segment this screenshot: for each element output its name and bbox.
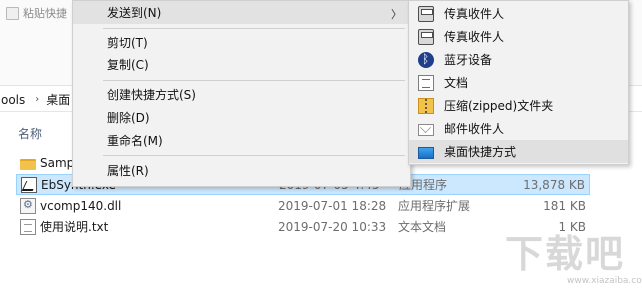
- submenu-item-label: 压缩(zipped)文件夹: [444, 99, 554, 113]
- menu-item-send-to[interactable]: 发送到(N) 〉: [73, 1, 410, 24]
- menu-item-cut[interactable]: 剪切(T): [73, 31, 410, 54]
- text-file-icon: [20, 218, 36, 235]
- submenu-item-fax-recipient[interactable]: 传真收件人: [409, 2, 628, 25]
- menu-item-label: 剪切(T): [107, 36, 148, 50]
- mail-icon: [418, 123, 434, 136]
- paste-shortcut-button[interactable]: 粘贴快捷: [6, 4, 67, 22]
- submenu-item-documents[interactable]: 文档: [409, 71, 628, 94]
- menu-item-label: 创建快捷方式(S): [107, 88, 196, 102]
- menu-item-rename[interactable]: 重命名(M): [73, 129, 410, 152]
- submenu-item-desktop-shortcut[interactable]: 桌面快捷方式: [409, 140, 628, 163]
- submenu-item-label: 邮件收件人: [444, 122, 505, 136]
- submenu-item-mail-recipient[interactable]: 邮件收件人: [409, 117, 628, 140]
- submenu-item-label: 文档: [444, 76, 469, 90]
- menu-item-label: 重命名(M): [107, 134, 163, 148]
- watermark-text: 下载吧: [505, 232, 626, 276]
- breadcrumb-segment[interactable]: 桌面: [46, 91, 70, 108]
- menu-item-properties[interactable]: 属性(R): [73, 159, 410, 182]
- menu-item-label: 发送到(N): [107, 6, 162, 20]
- folder-icon: [20, 158, 36, 170]
- menu-divider: [103, 80, 405, 81]
- file-name: 使用说明.txt: [40, 220, 109, 234]
- dll-icon: [20, 197, 36, 214]
- desktop-icon: [418, 146, 434, 159]
- submenu-item-label: 桌面快捷方式: [444, 145, 517, 159]
- document-icon: [418, 74, 434, 91]
- submenu-item-bluetooth[interactable]: 蓝牙设备: [409, 48, 628, 71]
- paste-shortcut-icon: [6, 6, 19, 20]
- menu-item-label: 复制(C): [107, 58, 149, 72]
- file-date: 2019-07-20 10:33: [278, 219, 387, 234]
- bluetooth-icon: [418, 51, 434, 68]
- file-size: 181 KB: [543, 198, 586, 213]
- submenu-item-label: 传真收件人: [444, 30, 505, 44]
- menu-divider: [103, 28, 405, 29]
- submenu-item-fax-recipient[interactable]: 传真收件人: [409, 25, 628, 48]
- fax-icon: [418, 5, 434, 22]
- menu-item-delete[interactable]: 删除(D): [73, 106, 410, 129]
- menu-item-create-shortcut[interactable]: 创建快捷方式(S): [73, 83, 410, 106]
- file-row[interactable]: 使用说明.txt 2019-07-20 10:33 文本文档 1 KB: [16, 216, 590, 237]
- paste-shortcut-label: 粘贴快捷: [23, 7, 67, 20]
- submenu-item-label: 传真收件人: [444, 7, 505, 21]
- submenu-item-zip-folder[interactable]: 压缩(zipped)文件夹: [409, 94, 628, 117]
- watermark-logo: 下载吧 www.xiazaiba.com: [505, 232, 642, 288]
- menu-divider: [103, 155, 405, 156]
- file-name: vcomp140.dll: [40, 198, 122, 213]
- breadcrumb-segment[interactable]: ools: [1, 93, 25, 107]
- menu-item-copy[interactable]: 复制(C): [73, 53, 410, 76]
- file-size: 13,878 KB: [523, 177, 585, 192]
- exe-icon: [21, 176, 37, 193]
- file-row[interactable]: vcomp140.dll 2019-07-01 18:28 应用程序扩展 181…: [16, 195, 590, 216]
- send-to-submenu: 传真收件人 传真收件人 蓝牙设备 文档 压缩(zipped)文件夹 邮件收件人 …: [408, 0, 629, 165]
- menu-item-label: 删除(D): [107, 111, 150, 125]
- chevron-right-icon: 〉: [391, 8, 402, 21]
- file-type: 应用程序扩展: [398, 199, 471, 213]
- file-type: 文本文档: [398, 220, 447, 234]
- file-date: 2019-07-01 18:28: [278, 198, 387, 213]
- submenu-item-label: 蓝牙设备: [444, 53, 493, 67]
- zip-folder-icon: [418, 97, 434, 114]
- watermark-url: www.xiazaiba.com: [567, 276, 642, 286]
- fax-icon: [418, 28, 434, 45]
- chevron-right-icon[interactable]: ›: [35, 94, 39, 105]
- menu-item-label: 属性(R): [107, 164, 149, 178]
- context-menu: 发送到(N) 〉 剪切(T) 复制(C) 创建快捷方式(S) 删除(D) 重命名…: [72, 0, 411, 187]
- column-header-name[interactable]: 名称: [18, 125, 42, 142]
